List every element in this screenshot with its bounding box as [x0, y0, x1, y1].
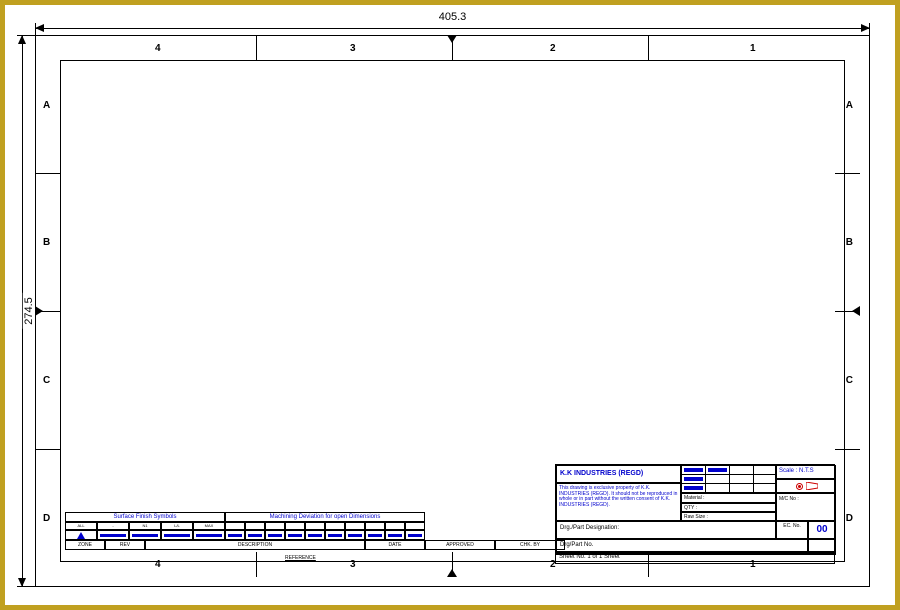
projection-symbol — [776, 479, 836, 493]
zone-col-label: 4 — [155, 559, 161, 570]
material-label: Material : — [681, 493, 776, 503]
mc-no-label: M/C No : — [776, 493, 836, 521]
proprietary-note: This drawing is exclusive property of K.… — [556, 483, 681, 521]
ec-label: EC. No. — [776, 521, 808, 539]
center-mark-icon — [452, 35, 457, 43]
rev-header-row: ALL - N1 L/L MAX — [65, 522, 565, 530]
zone-row-label: B — [43, 237, 50, 248]
rev-symbol-row — [65, 530, 565, 540]
projection-circle-icon — [796, 483, 803, 490]
zone-row-label: C — [43, 375, 50, 386]
reference-label: REFERENCE — [285, 555, 316, 561]
surface-symbol-icon — [77, 532, 85, 539]
machining-deviation-header: Machining Deviation for open Dimensions — [225, 512, 425, 522]
drawing-sheet: 405.3 274.5 4 3 2 1 4 3 2 1 A B C D A B … — [5, 5, 895, 605]
zone-row-label: A — [846, 100, 853, 111]
zone-col-label: 3 — [350, 559, 356, 570]
zone-tick — [256, 35, 257, 60]
arrow-down-icon — [18, 578, 26, 587]
drg-part-no-label: Drg/Part No. — [556, 539, 808, 553]
zone-row-label: A — [43, 100, 50, 111]
arrow-up-icon — [18, 35, 26, 44]
zone-row-label: B — [846, 237, 853, 248]
designation-label: Drg./Part Designation: — [556, 521, 776, 539]
rev-col-headers: ZONE REV DESCRIPTION DATE APPROVED CHK. … — [65, 540, 565, 550]
arrow-right-icon — [861, 24, 870, 32]
projection-cone-icon — [806, 482, 816, 490]
zone-tick — [35, 173, 60, 174]
center-mark-icon — [452, 569, 457, 577]
sheet-no-cell — [808, 539, 836, 553]
scale-label: Scale : N.T.S — [776, 465, 836, 479]
zone-col-label: 1 — [750, 43, 756, 54]
rawsize-label: Raw Size : — [681, 512, 776, 521]
sheet-no-label: Sheet No. 1 of 1 Sheet — [555, 552, 835, 564]
zone-tick — [835, 449, 860, 450]
ec-number: 00 — [808, 521, 836, 539]
zone-col-label: 2 — [550, 43, 556, 54]
zone-row-label: D — [846, 513, 853, 524]
zone-row-label: D — [43, 513, 50, 524]
zone-tick — [35, 449, 60, 450]
width-dimension: 405.3 — [35, 23, 870, 33]
center-mark-icon — [852, 311, 860, 316]
zone-row-label: C — [846, 375, 853, 386]
company-name: K.K INDUSTRIES (REGD) — [556, 465, 681, 483]
qty-label: QTY : — [681, 503, 776, 512]
zone-tick — [648, 35, 649, 60]
zone-tick — [256, 552, 257, 577]
zone-tick — [835, 173, 860, 174]
zone-col-label: 3 — [350, 43, 356, 54]
width-value: 405.3 — [435, 11, 471, 23]
approval-grid — [681, 465, 776, 493]
height-value: 274.5 — [23, 293, 35, 329]
surface-finish-header: Surface Finish Symbols — [65, 512, 225, 522]
title-block: K.K INDUSTRIES (REGD) Scale : N.T.S — [555, 464, 835, 552]
center-mark-icon — [35, 311, 43, 316]
arrow-left-icon — [35, 24, 44, 32]
revision-table: Surface Finish Symbols Machining Deviati… — [65, 512, 565, 552]
zone-col-label: 4 — [155, 43, 161, 54]
height-dimension: 274.5 — [17, 35, 27, 587]
